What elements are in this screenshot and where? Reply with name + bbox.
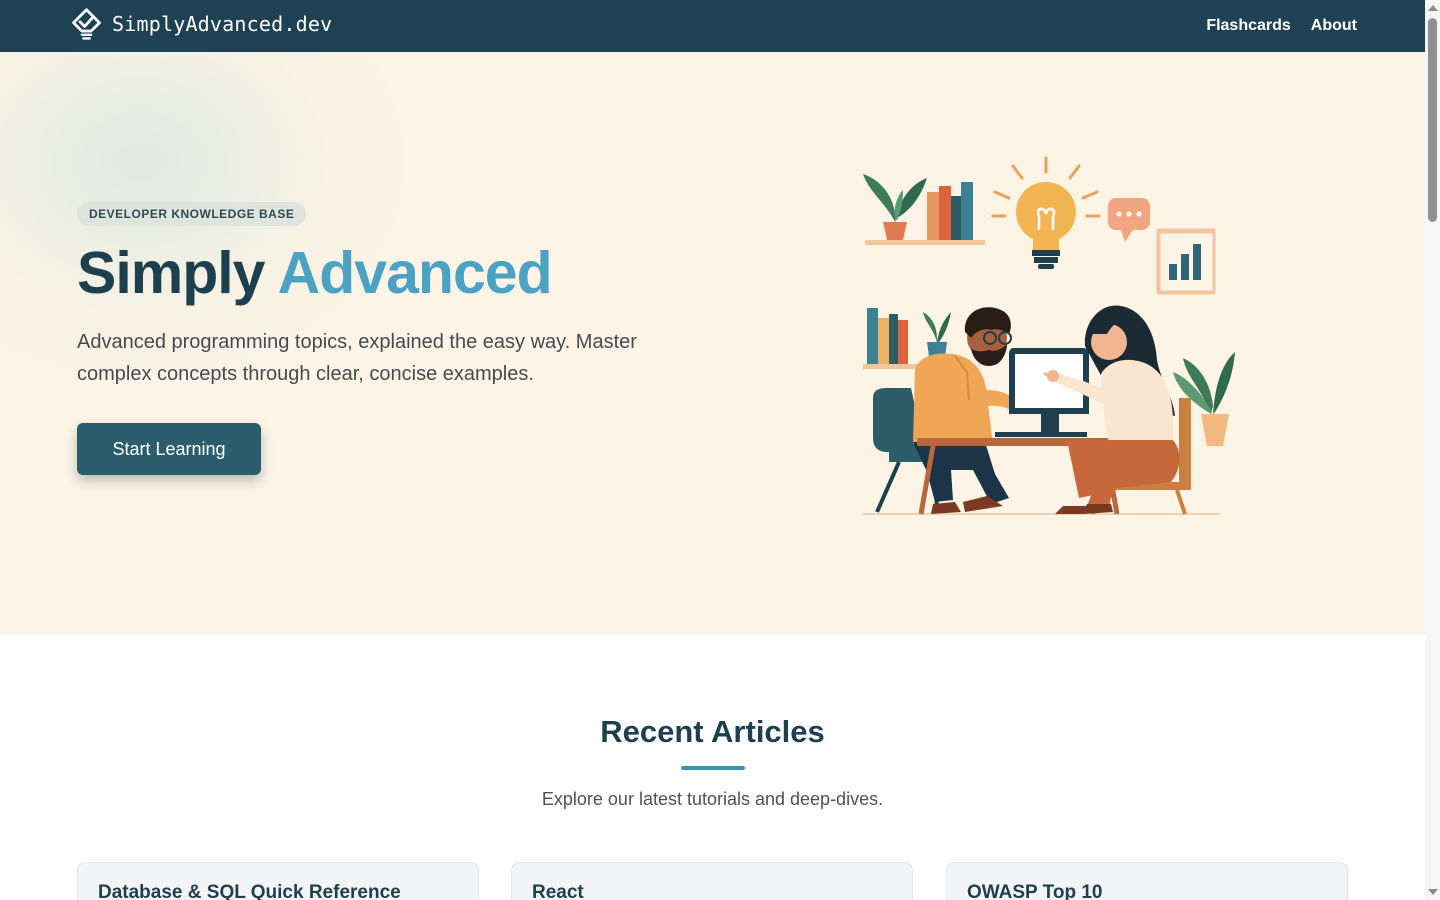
nav-link-about[interactable]: About — [1311, 17, 1357, 35]
scroll-down-arrow-icon[interactable] — [1428, 889, 1438, 895]
nav-link-flashcards[interactable]: Flashcards — [1206, 17, 1290, 35]
hero-title-simply: Simply — [77, 240, 265, 306]
hero-section: DEVELOPER KNOWLEDGE BASE Simply Advanced… — [0, 52, 1425, 634]
site-logo-link[interactable]: SimplyAdvanced.dev — [68, 7, 332, 44]
top-navbar: SimplyAdvanced.dev Flashcards About — [0, 0, 1425, 52]
article-card-title: React — [532, 882, 584, 900]
page-scrollbar[interactable] — [1425, 0, 1440, 900]
hero-subtitle: Advanced programming topics, explained t… — [77, 331, 637, 385]
article-card-title: OWASP Top 10 — [967, 882, 1103, 900]
article-card-owasp[interactable]: OWASP Top 10 — [946, 862, 1348, 900]
hero-title: Simply Advanced — [77, 238, 553, 308]
lightbulb-check-icon — [72, 8, 101, 40]
article-card-react[interactable]: React — [511, 862, 913, 900]
start-learning-button[interactable]: Start Learning — [77, 423, 261, 475]
developers-collaborating-illustration — [863, 156, 1235, 515]
page: SimplyAdvanced.dev Flashcards About DEVE… — [0, 0, 1425, 900]
scrollbar-thumb[interactable] — [1428, 18, 1437, 222]
scroll-up-arrow-icon[interactable] — [1428, 5, 1438, 11]
article-card-title: Database & SQL Quick Reference — [98, 882, 401, 900]
hero-title-advanced: Advanced — [277, 240, 553, 306]
main-nav: Flashcards About — [1206, 0, 1357, 52]
article-card-database-sql[interactable]: Database & SQL Quick Reference — [77, 862, 479, 900]
recent-articles-subheading: Explore our latest tutorials and deep-di… — [541, 789, 884, 809]
brand-name: SimplyAdvanced.dev — [112, 11, 333, 36]
heading-underline — [681, 766, 745, 770]
hero-badge: DEVELOPER KNOWLEDGE BASE — [77, 202, 307, 226]
recent-articles-section: Recent Articles Explore our latest tutor… — [0, 634, 1425, 900]
recent-articles-heading: Recent Articles — [600, 714, 825, 749]
